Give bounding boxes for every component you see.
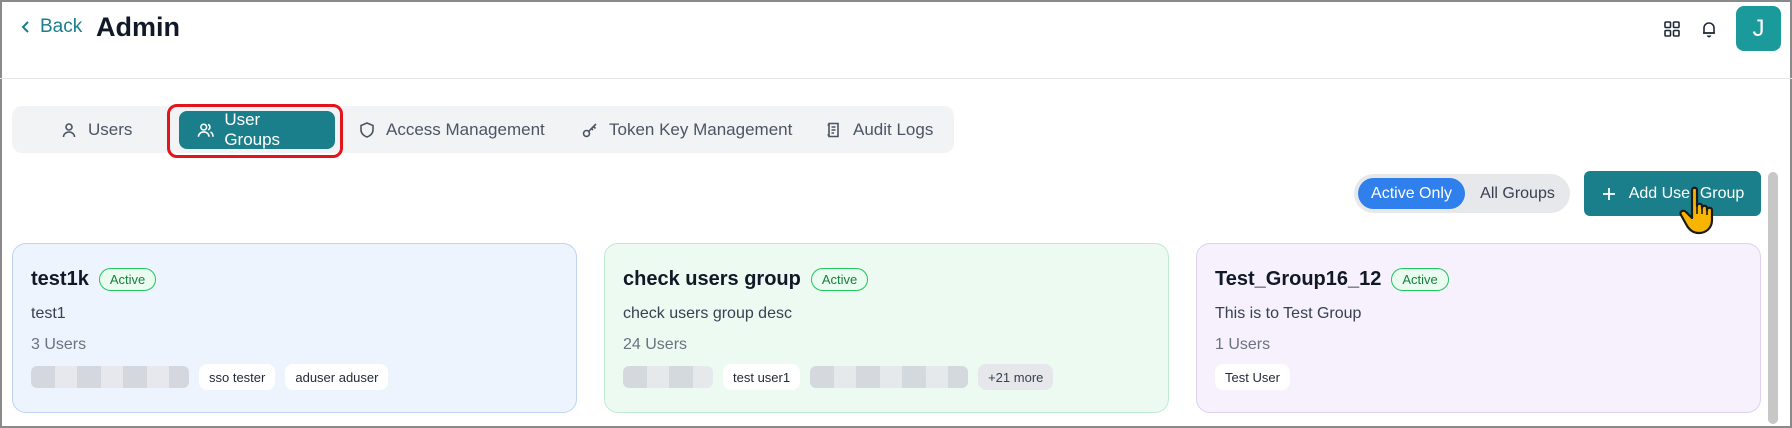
group-name: check users group xyxy=(623,268,801,290)
tab-audit-logs-label: Audit Logs xyxy=(853,120,934,139)
status-badge: Active xyxy=(98,268,157,291)
more-members-chip[interactable]: +21 more xyxy=(978,364,1054,390)
member-chip: aduser aduser xyxy=(285,364,389,390)
card-title-row: test1k Active xyxy=(31,268,157,291)
hand-pointer-icon xyxy=(1679,186,1714,235)
tab-token-key-management-label: Token Key Management xyxy=(609,120,793,139)
group-filter-toggle: Active Only All Groups xyxy=(1354,174,1570,213)
group-card-check-users-group[interactable]: check users group Active check users gro… xyxy=(604,243,1169,413)
chevron-left-icon xyxy=(21,21,29,33)
redacted-member-chip xyxy=(810,366,969,388)
tab-audit-logs[interactable]: Audit Logs xyxy=(807,111,951,149)
key-icon xyxy=(582,123,597,138)
user-icon xyxy=(62,123,76,138)
avatar[interactable]: J xyxy=(1736,6,1781,51)
page-header: Back Admin J xyxy=(0,0,1792,79)
tab-user-groups-label: User Groups xyxy=(224,110,281,149)
admin-tabs: Users User Groups Access Management Toke… xyxy=(12,106,954,153)
log-icon xyxy=(827,122,839,138)
redacted-member-chip xyxy=(623,366,713,388)
scrollbar[interactable] xyxy=(1768,172,1778,424)
redacted-member-chip xyxy=(31,366,189,388)
apps-grid-icon[interactable] xyxy=(1661,18,1683,40)
group-description: test1 xyxy=(31,305,66,322)
member-chips: sso tester aduser aduser xyxy=(31,364,389,390)
group-user-count: 1 Users xyxy=(1215,336,1271,353)
back-label: Back xyxy=(40,16,83,37)
group-user-count: 3 Users xyxy=(31,336,87,353)
status-badge: Active xyxy=(810,268,869,291)
shield-icon xyxy=(360,122,374,138)
group-name: test1k xyxy=(31,268,89,290)
status-badge: Active xyxy=(1391,268,1449,291)
group-description: This is to Test Group xyxy=(1215,305,1362,322)
bell-icon[interactable] xyxy=(1698,18,1720,40)
tab-user-groups[interactable]: User Groups xyxy=(179,110,335,149)
member-chips: Test User xyxy=(1215,364,1290,390)
group-card-test-group16-12[interactable]: Test_Group16_12 Active This is to Test G… xyxy=(1196,243,1761,413)
tab-access-management-label: Access Management xyxy=(386,120,545,139)
add-user-group-button[interactable]: Add User Group xyxy=(1584,171,1761,216)
group-description: check users group desc xyxy=(623,305,792,322)
tab-access-management[interactable]: Access Management xyxy=(340,111,563,149)
group-user-count: 24 Users xyxy=(623,336,688,353)
filter-all-groups[interactable]: All Groups xyxy=(1469,178,1566,209)
group-card-test1k[interactable]: test1k Active test1 3 Users sso tester a… xyxy=(12,243,577,413)
page-title: Admin xyxy=(96,12,180,42)
member-chip: test user1 xyxy=(723,364,801,390)
back-link[interactable]: Back xyxy=(18,16,82,38)
tab-users[interactable]: Users xyxy=(42,111,150,149)
member-chip: Test User xyxy=(1215,364,1290,390)
tab-token-key-management[interactable]: Token Key Management xyxy=(563,111,810,149)
filter-active-only[interactable]: Active Only xyxy=(1358,178,1465,209)
users-icon xyxy=(197,123,214,137)
tab-users-label: Users xyxy=(88,120,133,139)
member-chips: test user1 +21 more xyxy=(623,364,1054,390)
card-title-row: check users group Active xyxy=(623,268,869,291)
group-name: Test_Group16_12 xyxy=(1215,268,1382,290)
member-chip: sso tester xyxy=(199,364,276,390)
card-title-row: Test_Group16_12 Active xyxy=(1215,268,1449,291)
plus-icon xyxy=(1602,187,1615,200)
